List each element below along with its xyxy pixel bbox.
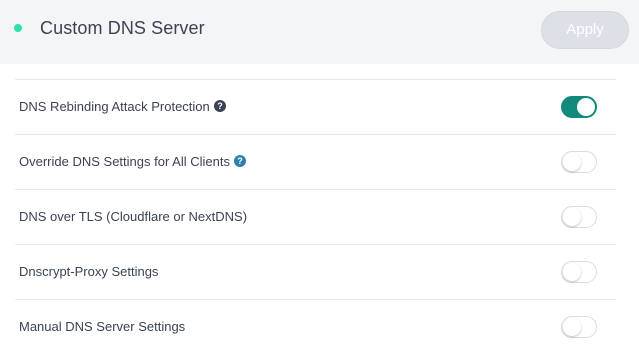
settings-list: DNS Rebinding Attack Protection? Overrid…	[15, 79, 616, 354]
manual-dns-toggle[interactable]	[561, 316, 597, 338]
setting-row-dns-rebinding: DNS Rebinding Attack Protection?	[15, 79, 616, 134]
setting-label: Dnscrypt-Proxy Settings	[19, 264, 159, 279]
setting-label: Manual DNS Server Settings	[19, 319, 186, 334]
status-indicator-dot	[14, 24, 22, 32]
svg-text:?: ?	[237, 156, 243, 166]
setting-row-dns-over-tls: DNS over TLS (Cloudflare or NextDNS)	[15, 189, 616, 244]
toggle-knob	[577, 98, 595, 116]
apply-button[interactable]: Apply	[541, 11, 629, 49]
setting-label: DNS over TLS (Cloudflare or NextDNS)	[19, 209, 248, 224]
setting-row-dnscrypt-proxy: Dnscrypt-Proxy Settings	[15, 244, 616, 299]
dns-rebinding-toggle[interactable]	[561, 96, 597, 118]
dnscrypt-proxy-toggle[interactable]	[561, 261, 597, 283]
question-circle-icon[interactable]: ?	[233, 155, 246, 167]
setting-row-override-dns: Override DNS Settings for All Clients?	[15, 134, 616, 189]
toggle-knob	[563, 208, 581, 226]
page-title: Custom DNS Server	[40, 18, 205, 38]
question-circle-icon[interactable]: ?	[213, 100, 226, 112]
setting-label: Override DNS Settings for All Clients?	[19, 135, 246, 189]
page-header: Custom DNS Server Apply	[0, 0, 639, 64]
setting-label: DNS Rebinding Attack Protection?	[19, 80, 226, 134]
toggle-knob	[563, 263, 581, 281]
dns-over-tls-toggle[interactable]	[561, 206, 597, 228]
setting-row-manual-dns: Manual DNS Server Settings	[15, 299, 616, 354]
toggle-knob	[563, 318, 581, 336]
toggle-knob	[563, 153, 581, 171]
override-dns-toggle[interactable]	[561, 151, 597, 173]
svg-text:?: ?	[217, 101, 223, 111]
